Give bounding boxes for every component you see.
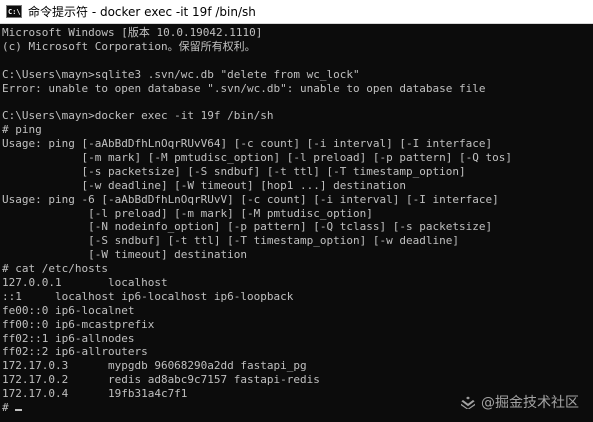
console-line: [-w deadline] [-W timeout] [hop1 ...] de…: [2, 178, 406, 192]
title-bar[interactable]: C:\ 命令提示符 - docker exec -it 19f /bin/sh: [0, 0, 593, 24]
console-line: [-l preload] [-m mark] [-M pmtudisc_opti…: [2, 206, 373, 220]
command-prompt-window: C:\ 命令提示符 - docker exec -it 19f /bin/sh …: [0, 0, 593, 422]
shell-prompt: #: [2, 401, 16, 415]
console-line: ff02::2 ip6-allrouters: [2, 345, 148, 359]
watermark: @掘金技术社区: [460, 392, 579, 412]
console-line: fe00::0 ip6-localnet: [2, 303, 135, 317]
console-line: 127.0.0.1 localhost: [2, 276, 168, 290]
console-line: [-m mark] [-M pmtudisc_option] [-l prelo…: [2, 151, 512, 165]
console-line: (c) Microsoft Corporation。保留所有权利。: [2, 39, 256, 53]
console-line: # cat /etc/hosts: [2, 262, 108, 276]
console-line: 172.17.0.2 redis ad8abc9c7157 fastapi-re…: [2, 373, 320, 387]
console-app-icon: C:\: [6, 5, 22, 18]
console-line: ff02::1 ip6-allnodes: [2, 331, 135, 345]
console-line: Error: unable to open database ".svn/wc.…: [2, 81, 486, 95]
console-line: [-N nodeinfo_option] [-p pattern] [-Q tc…: [2, 220, 493, 234]
console-line: C:\Users\mayn>sqlite3 .svn/wc.db "delete…: [2, 67, 360, 81]
console-output[interactable]: Microsoft Windows [版本 10.0.19042.1110] (…: [0, 24, 593, 422]
console-line: [-W timeout] destination: [2, 248, 248, 262]
watermark-text: @掘金技术社区: [481, 395, 579, 411]
console-line: Usage: ping [-aAbBdDfhLnOqrRUvV64] [-c c…: [2, 137, 493, 151]
console-line: 172.17.0.3 mypgdb 96068290a2dd fastapi_p…: [2, 359, 307, 373]
text-cursor: [15, 409, 23, 412]
console-line: [-S sndbuf] [-t ttl] [-T timestamp_optio…: [2, 234, 459, 248]
console-line: # ping: [2, 123, 42, 137]
console-line: C:\Users\mayn>docker exec -it 19f /bin/s…: [2, 109, 274, 123]
console-line: Usage: ping -6 [-aAbBdDfhLnOqrRUvV] [-c …: [2, 192, 499, 206]
console-line: Microsoft Windows [版本 10.0.19042.1110]: [2, 26, 263, 39]
console-line: ::1 localhost ip6-localhost ip6-loopback: [2, 289, 294, 303]
window-title: 命令提示符 - docker exec -it 19f /bin/sh: [28, 5, 256, 19]
console-line: ff00::0 ip6-mcastprefix: [2, 317, 155, 331]
console-line: [-s packetsize] [-S sndbuf] [-t ttl] [-T…: [2, 164, 466, 178]
juejin-logo-icon: [460, 396, 476, 409]
